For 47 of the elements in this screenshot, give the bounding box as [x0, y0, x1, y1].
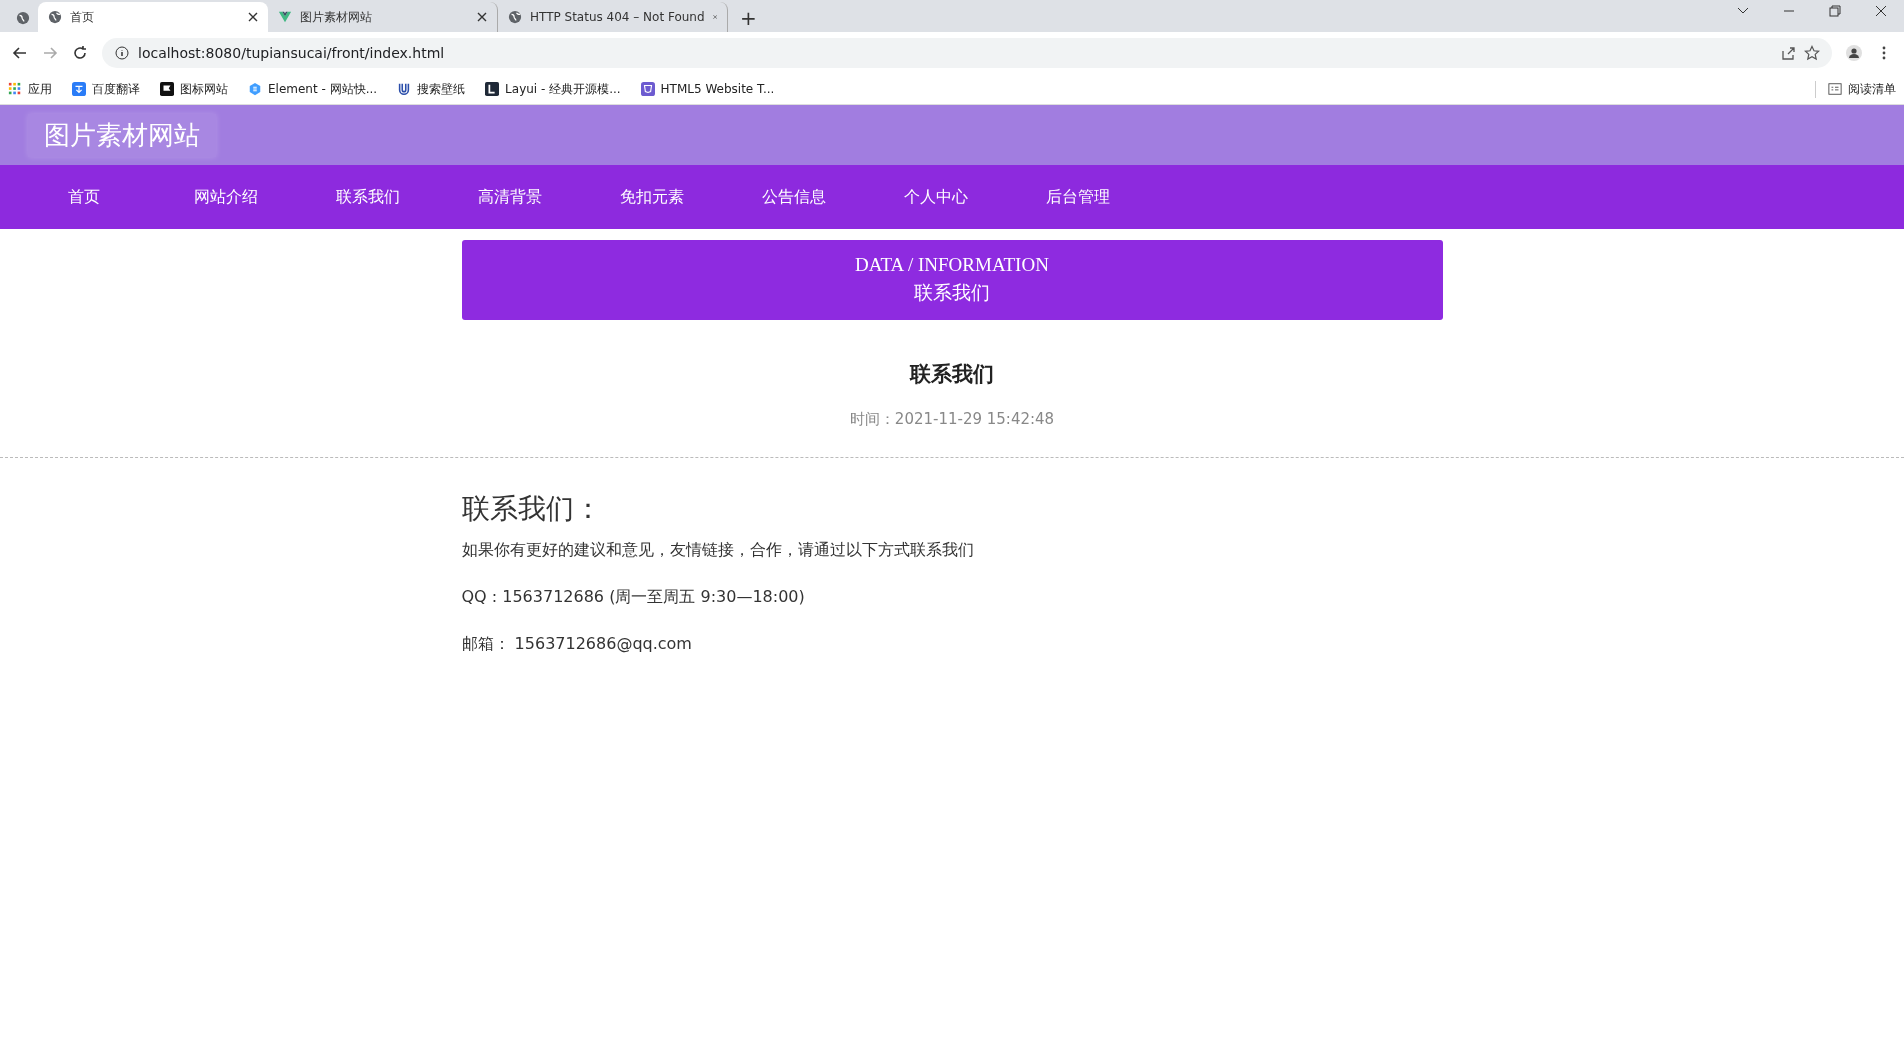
- section-heading: 联系我们：: [461, 491, 603, 527]
- reading-list-icon[interactable]: [1828, 82, 1842, 96]
- bookmark-link[interactable]: 图标网站: [180, 80, 228, 98]
- address-bar[interactable]: localhost:8080/tupiansucai/front/index.html: [102, 38, 1832, 68]
- banner-title: 联系我们: [914, 281, 990, 305]
- nav-link[interactable]: 高清背景: [439, 165, 581, 229]
- nav-link[interactable]: 免扣元素: [581, 165, 723, 229]
- flag-icon: [160, 82, 174, 96]
- publish-time: 时间：2021-11-29 15:42:48: [849, 410, 1055, 430]
- bookmark-link[interactable]: Layui - 经典开源模...: [505, 80, 621, 98]
- nav-link[interactable]: 公告信息: [723, 165, 865, 229]
- nav-link[interactable]: 个人中心: [865, 165, 1007, 229]
- close-icon[interactable]: [477, 12, 487, 22]
- nav-link[interactable]: 后台管理: [1007, 165, 1149, 229]
- contact-text: 如果你有更好的建议和意见，友情链接，合作，请通过以下方式联系我们: [461, 540, 975, 561]
- nav-link[interactable]: 联系我们: [297, 165, 439, 229]
- share-icon[interactable]: [1780, 45, 1796, 61]
- contact-text: QQ : 1563712686 (周一至周五 9:30—18:00): [461, 587, 806, 608]
- new-tab-button[interactable]: +: [728, 4, 769, 32]
- globe-icon: [48, 10, 62, 24]
- bookmark-link[interactable]: 应用: [28, 80, 52, 98]
- close-icon[interactable]: [248, 12, 258, 22]
- l-logo-icon: [485, 82, 500, 96]
- reading-list-link[interactable]: 阅读清单: [1848, 80, 1896, 98]
- contact-text: 邮箱： 1563712686@qq.com: [461, 634, 693, 655]
- globe-icon[interactable]: [16, 11, 30, 25]
- info-icon: [114, 45, 130, 61]
- star-icon[interactable]: [1804, 45, 1820, 61]
- bookmark-link[interactable]: Element - 网站快...: [268, 80, 378, 98]
- bookmark-link[interactable]: 百度翻译: [92, 80, 140, 98]
- bookmark-link[interactable]: 搜索壁纸: [417, 80, 466, 98]
- globe-icon: [508, 10, 522, 24]
- browser-tab[interactable]: 首页: [38, 2, 268, 32]
- v-logo-icon: [278, 10, 292, 24]
- nav-link[interactable]: 网站介绍: [155, 165, 297, 229]
- banner-subtitle: DATA / INFORMATION: [855, 254, 1049, 276]
- nav-link[interactable]: 首页: [13, 165, 155, 229]
- u-letter-icon: [397, 82, 412, 96]
- bookmark-link[interactable]: HTML5 Website T...: [660, 82, 775, 96]
- reload-icon[interactable]: [72, 45, 88, 61]
- apps-grid-icon: [8, 82, 22, 96]
- back-arrow-icon[interactable]: [12, 45, 28, 61]
- article-title: 联系我们: [908, 361, 995, 388]
- profile-icon[interactable]: [1846, 45, 1862, 61]
- shield-icon: [640, 82, 655, 96]
- hexagon-icon: [248, 82, 262, 96]
- translate-icon: [72, 82, 86, 96]
